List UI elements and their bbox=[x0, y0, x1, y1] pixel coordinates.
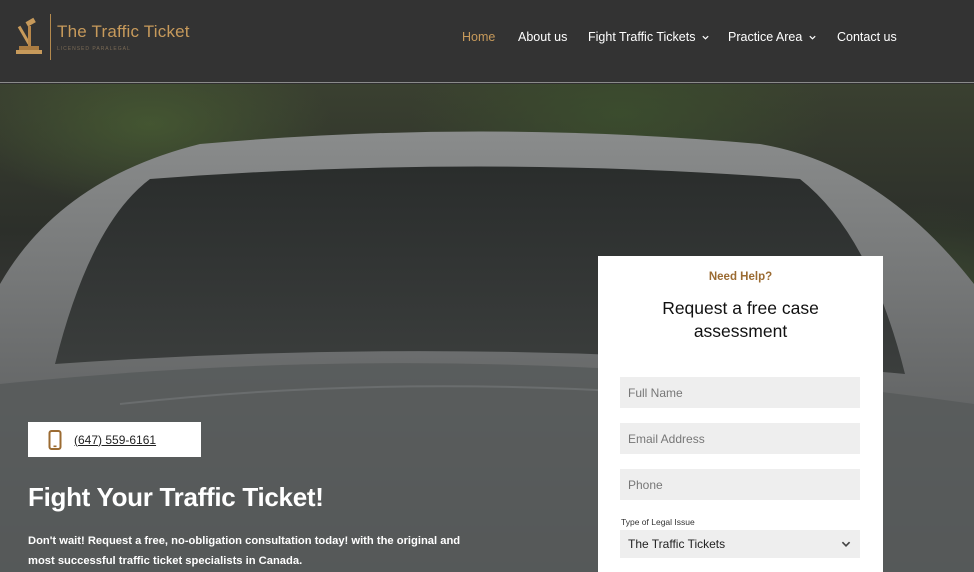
phone-input[interactable] bbox=[620, 469, 860, 500]
full-name-input[interactable] bbox=[620, 377, 860, 408]
gavel-logo-icon bbox=[14, 14, 46, 60]
logo-title: The Traffic Ticket bbox=[57, 22, 190, 41]
chevron-down-icon bbox=[809, 35, 816, 40]
site-logo[interactable]: The Traffic Ticket LICENSED PARALEGAL bbox=[14, 12, 190, 62]
legal-issue-select[interactable]: The Traffic Tickets bbox=[620, 530, 860, 558]
form-eyebrow: Need Help? bbox=[708, 271, 773, 283]
case-assessment-form: Need Help? Request a free case assessmen… bbox=[598, 256, 883, 572]
phone-cta[interactable]: (647) 559-6161 bbox=[28, 422, 201, 457]
legal-issue-label: Type of Legal Issue bbox=[621, 517, 695, 527]
form-title: Request a free case assessment bbox=[662, 298, 819, 341]
chevron-down-icon bbox=[702, 35, 710, 40]
mobile-phone-icon bbox=[48, 429, 62, 450]
logo-divider bbox=[50, 14, 51, 60]
nav-contact-us[interactable]: Contact us bbox=[837, 30, 897, 44]
nav-practice-area[interactable]: Practice Area bbox=[728, 30, 817, 44]
nav-home[interactable]: Home bbox=[462, 30, 495, 44]
nav-label: Fight Traffic Tickets bbox=[588, 30, 696, 44]
site-header: The Traffic Ticket LICENSED PARALEGAL Ho… bbox=[0, 0, 974, 83]
nav-fight-traffic-tickets[interactable]: Fight Traffic Tickets bbox=[588, 30, 710, 44]
hero-title: Fight Your Traffic Ticket! bbox=[28, 482, 324, 512]
logo-text: The Traffic Ticket LICENSED PARALEGAL bbox=[57, 22, 190, 52]
chevron-down-icon bbox=[841, 541, 851, 547]
logo-subtitle: LICENSED PARALEGAL bbox=[57, 46, 131, 52]
nav-about-us[interactable]: About us bbox=[518, 30, 567, 44]
phone-link[interactable]: (647) 559-6161 bbox=[74, 433, 156, 447]
hero-description: Don't wait! Request a free, no-obligatio… bbox=[28, 535, 461, 567]
nav-label: Practice Area bbox=[728, 30, 803, 44]
legal-issue-value: The Traffic Tickets bbox=[628, 537, 726, 551]
email-input[interactable] bbox=[620, 423, 860, 454]
